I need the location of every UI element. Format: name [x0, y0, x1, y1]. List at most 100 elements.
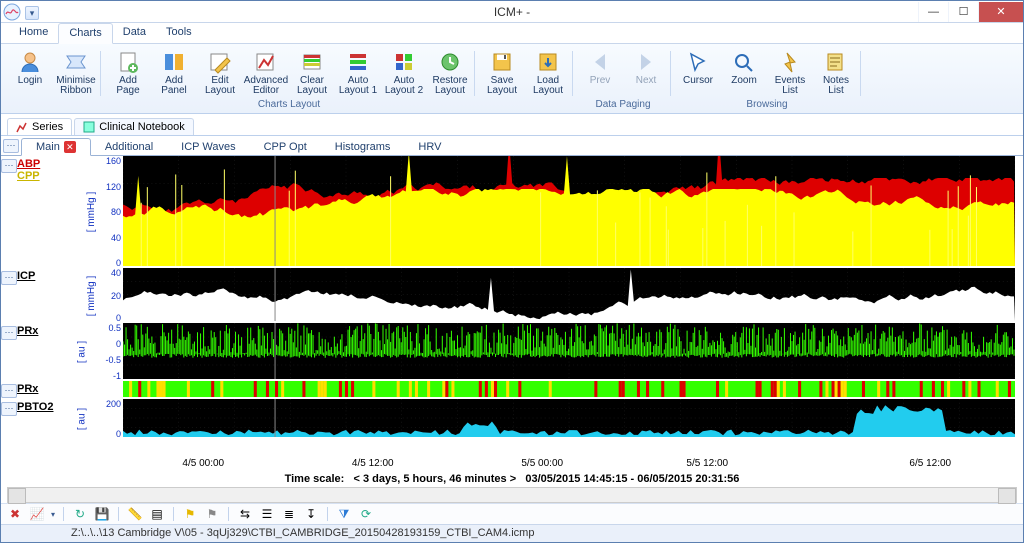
- minimize-button[interactable]: —: [918, 2, 948, 22]
- legend-cpp: CPP: [17, 170, 71, 182]
- y-tick: 160: [101, 156, 121, 166]
- panel-menu-button[interactable]: ⋯: [1, 402, 17, 416]
- delete-icon[interactable]: ✖: [7, 506, 23, 522]
- tool1-icon[interactable]: ⇆: [237, 506, 253, 522]
- add-icon: [114, 49, 142, 75]
- chart-panel-pbto2: ⋯PBTO2[ au ]2000: [1, 399, 1023, 439]
- auto-layout-1-button[interactable]: Auto Layout 1: [336, 47, 380, 99]
- menu-tab-tools[interactable]: Tools: [156, 23, 202, 43]
- charts-area: ⋯ABPCPP[ mmHg ]16012080400⋯ICP[ mmHg ]40…: [1, 156, 1023, 458]
- y-tick: 40: [101, 268, 121, 278]
- x-tick: 5/5 00:00: [521, 458, 563, 469]
- page-tabs-more[interactable]: ⋯: [3, 139, 19, 153]
- ribbon-group-label: Charts Layout: [106, 99, 472, 112]
- save-layout-button[interactable]: Save Layout: [480, 47, 524, 99]
- notebook-icon: [83, 121, 95, 133]
- notes-icon: [822, 49, 850, 75]
- plot-surface[interactable]: [123, 156, 1015, 268]
- panel-menu-button[interactable]: ⋯: [1, 159, 17, 173]
- clear-layout-button[interactable]: Clear Layout: [290, 47, 334, 99]
- menu-tab-charts[interactable]: Charts: [58, 23, 112, 44]
- add-panel-button[interactable]: Add Panel: [152, 47, 196, 99]
- quick-access-dropdown[interactable]: ▾: [25, 6, 39, 20]
- titlebar: ▾ ICM+ - — ☐ ✕: [1, 1, 1023, 23]
- plot-surface[interactable]: [123, 268, 1015, 323]
- page-tab-icp-waves[interactable]: ICP Waves: [167, 139, 249, 155]
- legend-pbto2: PBTO2: [17, 401, 71, 413]
- ribbon-tabs: HomeChartsDataTools: [1, 23, 1023, 44]
- y-tick: 200: [101, 399, 121, 409]
- side-tab-series[interactable]: Series: [7, 118, 72, 135]
- load-icon: [534, 49, 562, 75]
- panel-menu-button[interactable]: ⋯: [1, 271, 17, 285]
- page-tab-additional[interactable]: Additional: [91, 139, 167, 155]
- close-button[interactable]: ✕: [978, 2, 1023, 22]
- y-tick: 0: [101, 429, 121, 439]
- tool3-icon[interactable]: ≣: [281, 506, 297, 522]
- zoom-button[interactable]: Zoom: [722, 47, 766, 99]
- ribbon: LoginMinimise RibbonAdd PageAdd PanelEdi…: [1, 44, 1023, 114]
- y-tick: 80: [101, 207, 121, 217]
- restore-icon: [436, 49, 464, 75]
- panel-menu-button[interactable]: ⋯: [1, 326, 17, 340]
- advanced-editor-button[interactable]: Advanced Editor: [244, 47, 288, 99]
- chart-panel-abp: ⋯ABPCPP[ mmHg ]16012080400: [1, 156, 1023, 268]
- add-page-button[interactable]: Add Page: [106, 47, 150, 99]
- maximize-button[interactable]: ☐: [948, 2, 978, 22]
- load-layout-button[interactable]: Load Layout: [526, 47, 570, 99]
- save-icon[interactable]: 💾: [94, 506, 110, 522]
- time-axis: 4/5 00:004/5 12:005/5 00:005/5 12:006/5 …: [1, 458, 1023, 472]
- chart-type-icon[interactable]: 📈: [29, 506, 45, 522]
- minimise-ribbon-button[interactable]: Minimise Ribbon: [54, 47, 98, 99]
- y-tick: 0: [101, 258, 121, 268]
- legend-icp: ICP: [17, 270, 71, 282]
- tool2-icon[interactable]: ☰: [259, 506, 275, 522]
- reset-icon[interactable]: ↻: [72, 506, 88, 522]
- y-tick: 0: [101, 339, 121, 349]
- tool4-icon[interactable]: ↧: [303, 506, 319, 522]
- minimise-icon: [62, 49, 90, 75]
- side-tab-clinical-notebook[interactable]: Clinical Notebook: [74, 118, 194, 135]
- menu-tab-home[interactable]: Home: [9, 23, 58, 43]
- add-icon: [160, 49, 188, 75]
- plot-surface[interactable]: [123, 381, 1015, 399]
- horizontal-scrollbar[interactable]: [7, 487, 1017, 503]
- ruler-icon[interactable]: 📏: [127, 506, 143, 522]
- y-tick: 0.5: [101, 323, 121, 333]
- cursor-button[interactable]: Cursor: [676, 47, 720, 99]
- page-tab-cpp-opt[interactable]: CPP Opt: [250, 139, 321, 155]
- panel-menu-button[interactable]: ⋯: [1, 384, 17, 398]
- plot-surface[interactable]: [123, 323, 1015, 381]
- y-tick: 20: [101, 291, 121, 301]
- events-list-button[interactable]: Events List: [768, 47, 812, 99]
- y-tick: 40: [101, 233, 121, 243]
- edit-icon: [206, 49, 234, 75]
- legend-prx: PRx: [17, 325, 71, 337]
- x-tick: 4/5 12:00: [352, 458, 394, 469]
- auto-layout-2-button[interactable]: Auto Layout 2: [382, 47, 426, 99]
- y-tick: -0.5: [101, 355, 121, 365]
- advanced-icon: [252, 49, 280, 75]
- page-tab-hrv[interactable]: HRV: [404, 139, 455, 155]
- restore-layout-button[interactable]: Restore Layout: [428, 47, 472, 99]
- auto-icon: [344, 49, 372, 75]
- menu-tab-data[interactable]: Data: [113, 23, 156, 43]
- y-tick: 0: [101, 313, 121, 323]
- filter-icon[interactable]: ⧩: [336, 506, 352, 522]
- app-icon: [1, 1, 23, 23]
- close-icon[interactable]: ✕: [64, 141, 76, 153]
- legend-abp: ABP: [17, 158, 71, 170]
- x-tick: 4/5 00:00: [182, 458, 224, 469]
- bottom-toolbar: ✖ 📈▾ ↻ 💾 📏 ▤ ⚑ ⚑ ⇆ ☰ ≣ ↧ ⧩ ⟳: [1, 503, 1023, 524]
- x-tick: 5/5 12:00: [686, 458, 728, 469]
- page-tab-main[interactable]: Main✕: [21, 138, 91, 156]
- flag-grey-icon[interactable]: ⚑: [204, 506, 220, 522]
- refresh-icon[interactable]: ⟳: [358, 506, 374, 522]
- plot-surface[interactable]: [123, 399, 1015, 439]
- notes-list-button[interactable]: Notes List: [814, 47, 858, 99]
- flag-yellow-icon[interactable]: ⚑: [182, 506, 198, 522]
- annotate-icon[interactable]: ▤: [149, 506, 165, 522]
- page-tab-histograms[interactable]: Histograms: [321, 139, 405, 155]
- edit-layout-button[interactable]: Edit Layout: [198, 47, 242, 99]
- login-button[interactable]: Login: [8, 47, 52, 99]
